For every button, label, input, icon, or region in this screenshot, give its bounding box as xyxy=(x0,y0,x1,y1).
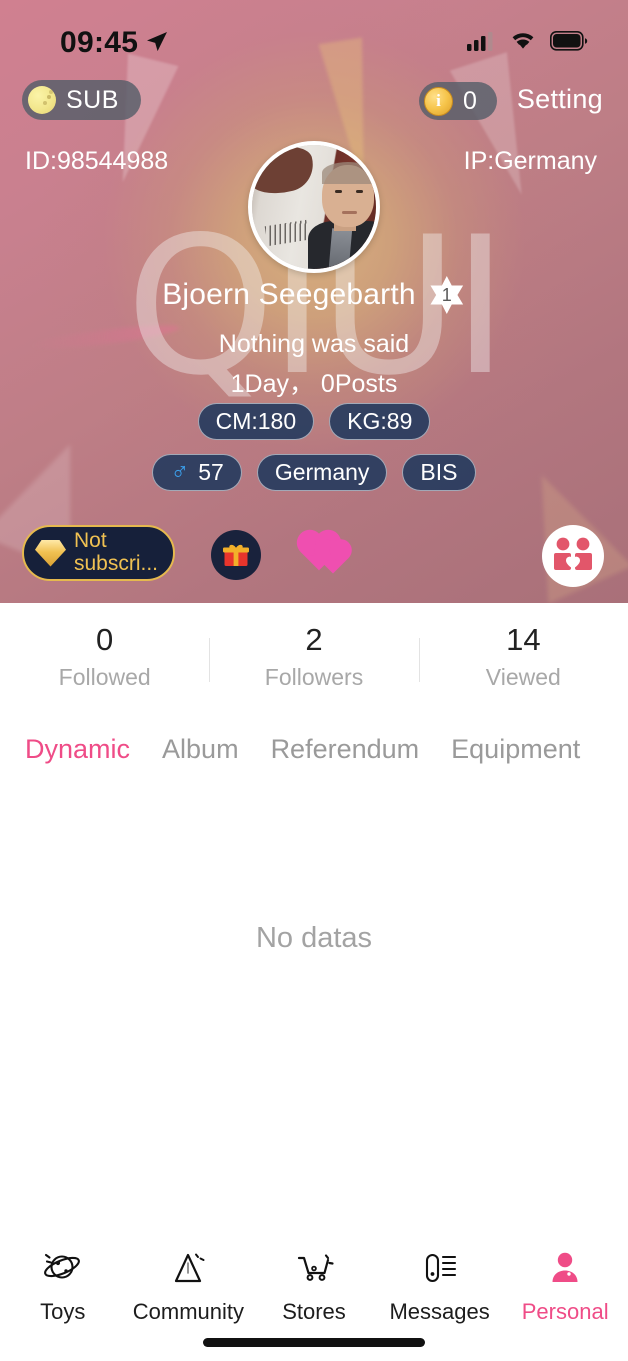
nav-label: Personal xyxy=(521,1299,609,1324)
location-arrow-icon xyxy=(145,30,169,59)
not-subscribed-button[interactable]: Not subscri... xyxy=(22,525,175,581)
home-indicator xyxy=(203,1338,425,1347)
tab-equipment[interactable]: Equipment xyxy=(451,734,580,765)
user-id-text: ID:98544988 xyxy=(25,147,169,175)
couple-button[interactable] xyxy=(542,525,604,587)
stats-row: 0 Followed 2 Followers 14 Viewed xyxy=(0,620,628,704)
shopping-cart-icon xyxy=(288,1246,340,1290)
chip-role[interactable]: BIS xyxy=(402,454,476,491)
stat-value: 0 xyxy=(96,622,114,657)
cellular-signal-icon xyxy=(467,31,493,51)
not-subscribed-label: Not subscri... xyxy=(74,529,159,575)
header-action-row: Not subscri... xyxy=(0,525,628,587)
person-icon xyxy=(539,1246,591,1290)
chip-label: Germany xyxy=(274,459,370,485)
diamond-icon xyxy=(35,539,66,567)
stat-value: 2 xyxy=(305,622,323,657)
gift-button[interactable] xyxy=(211,530,261,580)
chip-height[interactable]: CM:180 xyxy=(197,403,315,440)
name-row: Bjoern Seegebarth 1 xyxy=(0,276,628,314)
nav-item-personal[interactable]: Personal xyxy=(502,1230,628,1325)
avatar-person xyxy=(342,211,357,214)
nav-label: Stores xyxy=(282,1299,346,1324)
tab-referendum[interactable]: Referendum xyxy=(271,734,420,765)
attribute-chip-row: ♂ 57 Germany BIS xyxy=(0,454,628,491)
phone-screen: QIUI 09:45 SUB i 0 Setting ID:98544988 I… xyxy=(0,0,628,1361)
message-list-icon xyxy=(414,1246,466,1290)
stat-followers[interactable]: 2 Followers xyxy=(209,620,418,704)
triangle-icon xyxy=(162,1246,214,1290)
chip-country[interactable]: Germany xyxy=(256,454,388,491)
chip-gender-age[interactable]: ♂ 57 xyxy=(152,454,242,491)
stat-followed[interactable]: 0 Followed xyxy=(0,620,209,704)
nav-item-stores[interactable]: Stores xyxy=(251,1230,377,1325)
tab-album[interactable]: Album xyxy=(162,734,239,765)
avatar-person xyxy=(322,162,374,184)
couple-heart-icon xyxy=(554,537,592,570)
setting-button[interactable]: Setting xyxy=(517,84,603,115)
coin-badge[interactable]: i 0 xyxy=(419,82,497,120)
nav-item-toys[interactable]: Toys xyxy=(0,1230,126,1325)
avatar[interactable] xyxy=(248,141,380,273)
nav-label: Toys xyxy=(40,1299,86,1324)
stat-viewed[interactable]: 14 Viewed xyxy=(418,620,628,704)
avatar-person xyxy=(356,190,363,193)
display-name: Bjoern Seegebarth xyxy=(162,278,416,311)
stat-label: Followed xyxy=(58,664,151,691)
coin-icon: i xyxy=(424,86,453,116)
chip-label: CM:180 xyxy=(215,408,297,434)
sub-badge-label: SUB xyxy=(66,85,119,114)
stat-label: Viewed xyxy=(485,664,561,691)
gift-icon xyxy=(223,544,249,566)
toy-planet-icon xyxy=(37,1246,89,1290)
attribute-chip-row: CM:180 KG:89 xyxy=(0,403,628,440)
content-tabs: Dynamic Album Referendum Equipment xyxy=(0,728,628,770)
battery-icon xyxy=(550,30,588,51)
decorative-ray xyxy=(449,52,551,204)
nav-item-messages[interactable]: Messages xyxy=(377,1230,503,1325)
tab-dynamic[interactable]: Dynamic xyxy=(25,734,130,765)
level-badge: 1 xyxy=(428,276,466,314)
stat-label: Followers xyxy=(264,664,364,691)
user-signature: Nothing was said xyxy=(218,330,410,358)
chip-label: 57 xyxy=(198,459,224,485)
moon-icon xyxy=(28,86,56,114)
nav-label: Messages xyxy=(389,1299,490,1324)
empty-state-text: No datas xyxy=(255,922,373,954)
days-posts-text: 1Day， 0Posts xyxy=(230,370,398,398)
sub-badge[interactable]: SUB xyxy=(22,80,141,120)
wifi-icon xyxy=(512,33,534,49)
profile-header: QIUI 09:45 SUB i 0 Setting ID:98544988 I… xyxy=(0,0,628,603)
avatar-person xyxy=(327,228,353,269)
chip-label: KG:89 xyxy=(347,408,413,434)
bottom-navigation: Toys Community Stores Messages Personal xyxy=(0,1230,628,1361)
male-gender-icon: ♂ xyxy=(170,458,190,486)
hearts-button[interactable] xyxy=(300,530,353,580)
user-ip-text: IP:Germany xyxy=(463,147,597,175)
double-heart-icon xyxy=(300,533,352,575)
nav-label: Community xyxy=(132,1299,245,1324)
avatar-person xyxy=(335,190,342,193)
status-bar-time: 09:45 xyxy=(60,26,139,59)
coin-balance: 0 xyxy=(463,86,477,115)
status-bar: 09:45 xyxy=(0,0,628,72)
stat-value: 14 xyxy=(506,622,541,657)
chip-label: BIS xyxy=(420,459,458,485)
level-number: 1 xyxy=(441,284,452,305)
status-bar-indicators xyxy=(467,30,588,51)
nav-item-community[interactable]: Community xyxy=(126,1230,252,1325)
chip-weight[interactable]: KG:89 xyxy=(329,403,431,440)
